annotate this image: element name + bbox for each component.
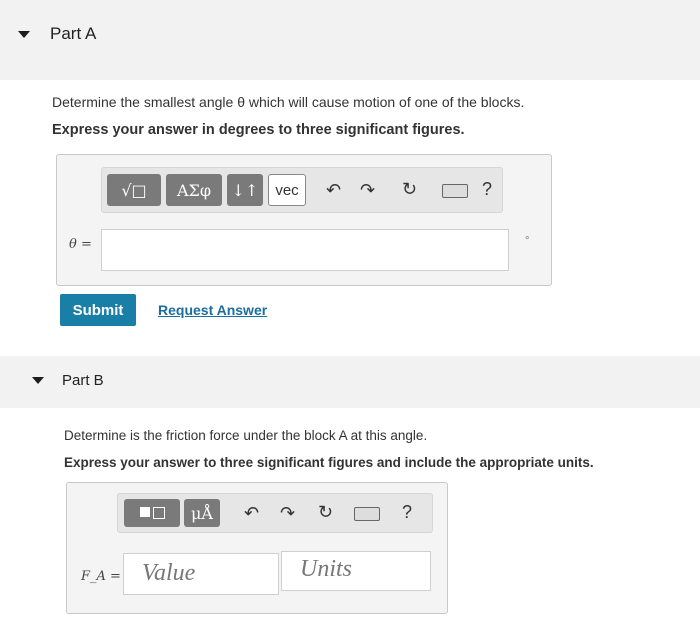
units-input[interactable]: Units <box>281 551 431 591</box>
reset-icon[interactable]: ↻ <box>318 503 333 521</box>
sort-button[interactable]: ↓↑ <box>227 174 263 206</box>
submit-button[interactable]: Submit <box>60 294 136 326</box>
part-a-question: Determine the smallest angle θ which wil… <box>52 94 525 110</box>
degree-unit: ° <box>525 235 530 247</box>
part-a-math-toolbar: √□ ΑΣφ ↓↑ vec ↶ ↷ ↻ ? <box>101 167 503 213</box>
templates-button[interactable] <box>124 499 180 527</box>
part-b-instruction: Express your answer to three significant… <box>64 455 594 470</box>
redo-icon[interactable]: ↷ <box>280 504 295 522</box>
theta-input[interactable] <box>101 229 509 271</box>
undo-icon[interactable]: ↶ <box>326 181 341 199</box>
part-b-question: Determine is the friction force under th… <box>64 428 428 443</box>
templates-icon <box>139 507 165 519</box>
part-b-title: Part B <box>62 372 104 389</box>
collapse-caret-icon[interactable] <box>18 31 30 38</box>
value-input[interactable]: Value <box>123 553 279 595</box>
units-button[interactable]: μÅ <box>184 499 220 527</box>
collapse-caret-icon[interactable] <box>32 377 44 384</box>
part-a-title: Part A <box>50 24 97 43</box>
reset-icon[interactable]: ↻ <box>402 180 417 198</box>
greek-symbols-button[interactable]: ΑΣφ <box>166 174 222 206</box>
part-b-header[interactable]: Part B <box>0 356 700 408</box>
help-icon[interactable]: ? <box>482 180 492 198</box>
part-a-header[interactable]: Part A <box>0 0 700 80</box>
greek-icon: ΑΣφ <box>176 180 212 200</box>
part-b-answer-panel: μÅ ↶ ↷ ↻ ? F_A = Value Units <box>66 482 448 614</box>
vec-label: vec <box>275 181 299 199</box>
templates-icon: √□ <box>121 180 147 200</box>
help-icon[interactable]: ? <box>402 503 412 521</box>
friction-force-label: F_A = <box>81 569 121 584</box>
request-answer-link[interactable]: Request Answer <box>158 302 267 318</box>
vec-button[interactable]: vec <box>268 174 306 206</box>
value-placeholder: Value <box>142 560 196 586</box>
part-a-instruction: Express your answer in degrees to three … <box>52 122 465 138</box>
part-b-math-toolbar: μÅ ↶ ↷ ↻ ? <box>117 493 433 533</box>
redo-icon[interactable]: ↷ <box>360 181 375 199</box>
keyboard-icon[interactable] <box>442 184 468 198</box>
theta-label: θ = <box>69 237 92 252</box>
templates-button[interactable]: √□ <box>107 174 161 206</box>
part-a-answer-panel: √□ ΑΣφ ↓↑ vec ↶ ↷ ↻ ? θ = ° <box>56 154 552 286</box>
sort-icon: ↓↑ <box>231 180 259 200</box>
units-placeholder: Units <box>300 556 353 582</box>
units-icon: μÅ <box>191 503 213 523</box>
undo-icon[interactable]: ↶ <box>244 504 259 522</box>
keyboard-icon[interactable] <box>354 507 380 521</box>
